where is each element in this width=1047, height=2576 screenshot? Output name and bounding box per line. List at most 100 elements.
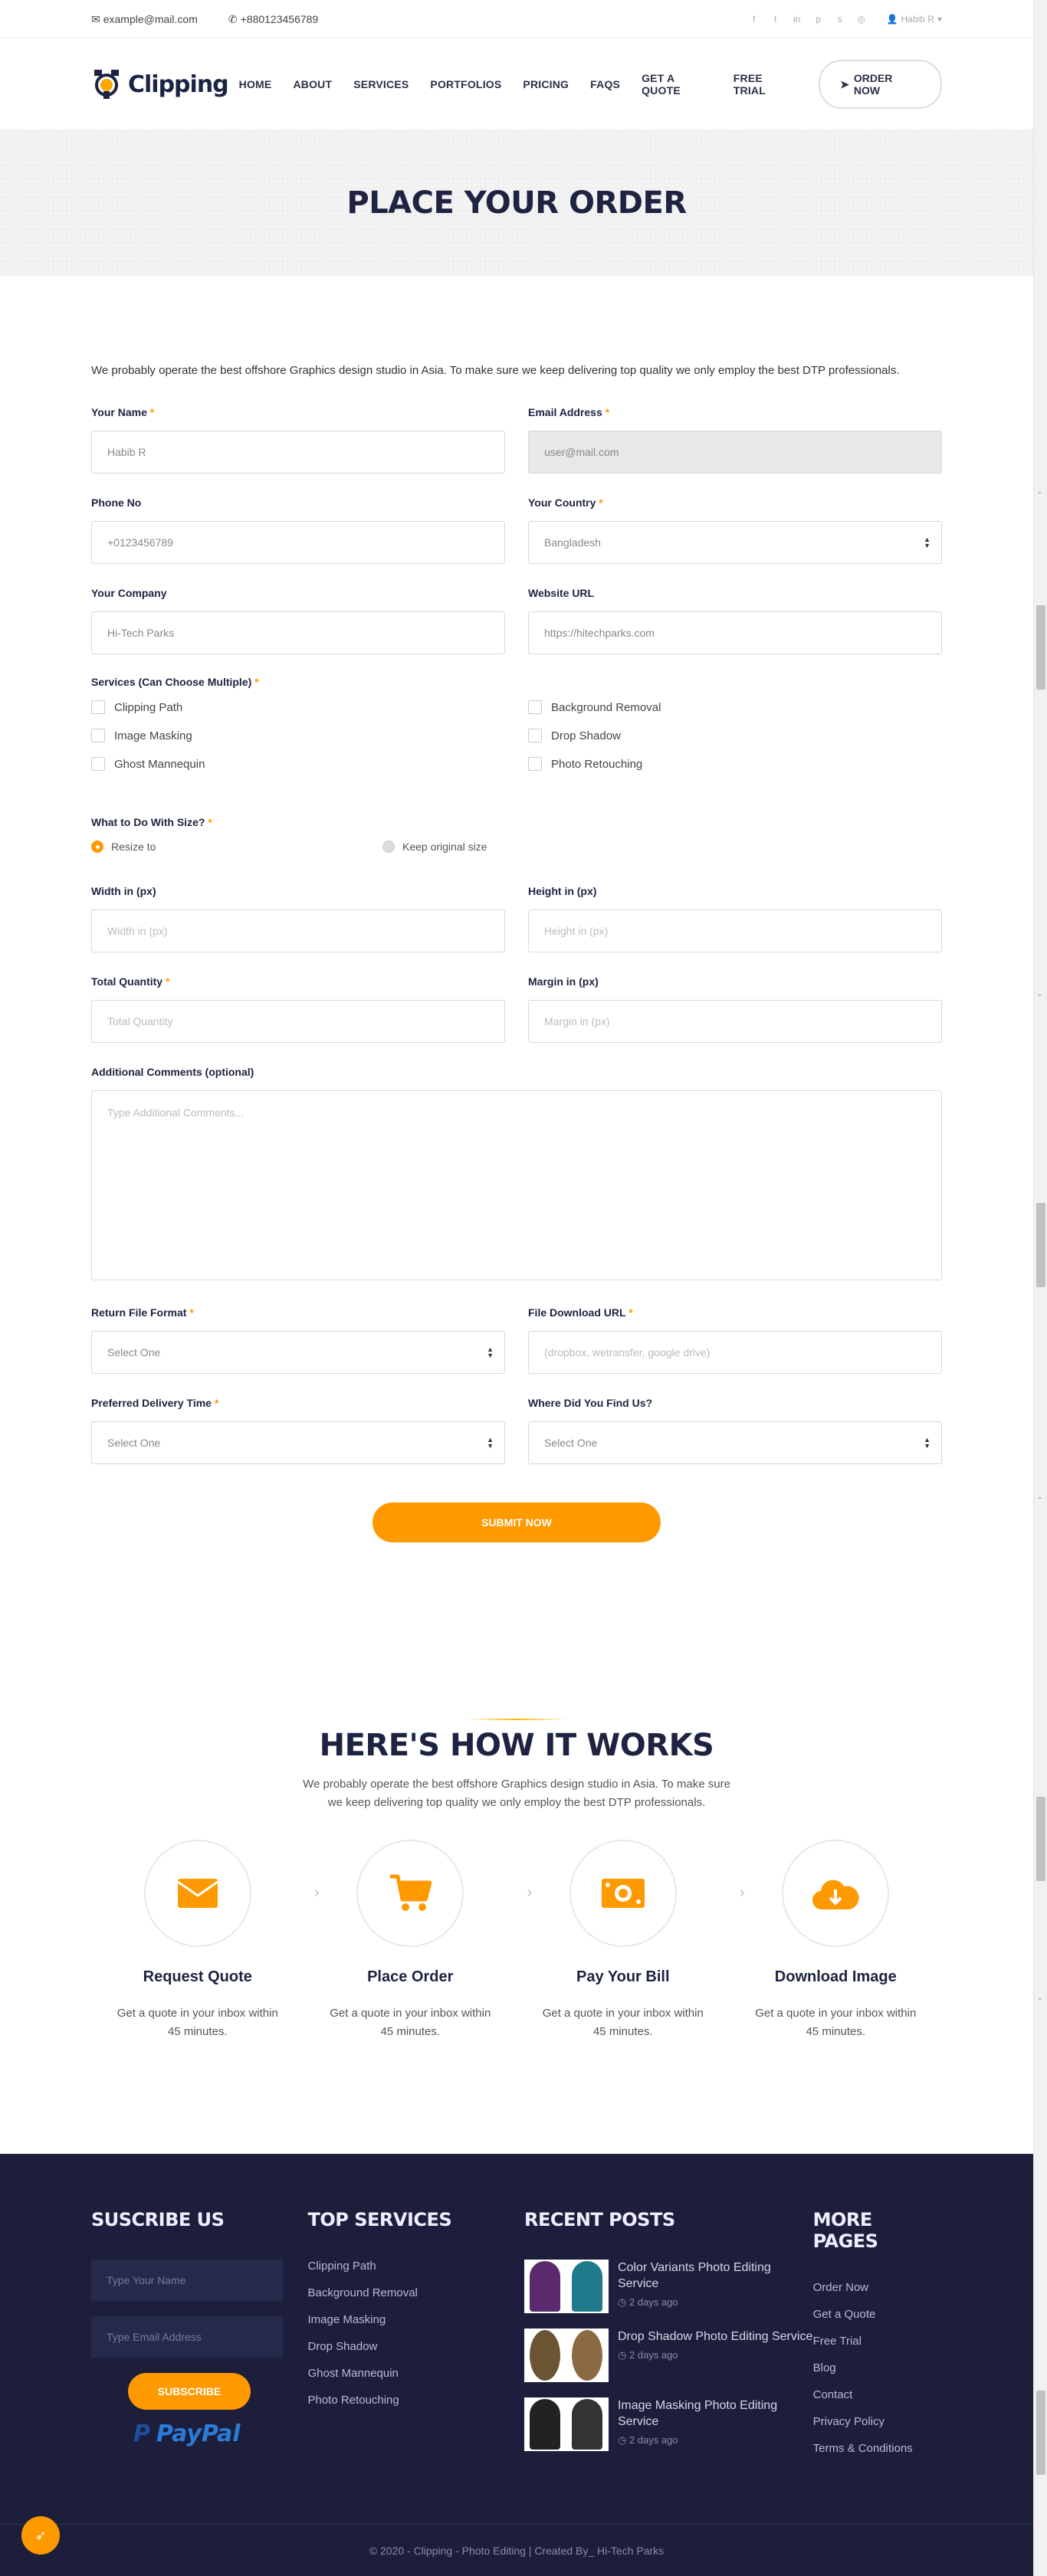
post-thumbnail[interactable] xyxy=(524,2329,609,2382)
scrollbar-thumb[interactable] xyxy=(1036,1797,1045,1881)
checkbox-box[interactable] xyxy=(528,729,542,742)
scrollbar-thumb[interactable] xyxy=(1036,1203,1045,1287)
step-circle xyxy=(143,1840,251,1947)
scrollbar-thumb[interactable] xyxy=(1036,2391,1045,2475)
height-input[interactable]: Height in (px) xyxy=(528,909,942,952)
subscribe-button[interactable]: SUBSCRIBE xyxy=(128,2373,251,2410)
step-pay-bill: Pay Your Bill Get a quote in your inbox … xyxy=(517,1840,745,2041)
main-header: Clipping HOME ABOUT SERVICES PORTFOLIOS … xyxy=(0,38,1033,130)
nav-get-a-quote[interactable]: GET A QUOTE xyxy=(642,72,712,97)
recent-post[interactable]: Drop Shadow Photo Editing Service ◷ 2 day… xyxy=(524,2329,813,2382)
footer-service-link[interactable]: Drop Shadow xyxy=(307,2340,524,2353)
format-select[interactable]: Select One ▲ ▼ xyxy=(91,1331,505,1374)
facebook-icon[interactable]: f xyxy=(749,14,760,25)
phone-input[interactable]: +0123456789 xyxy=(91,521,505,564)
page-scrollbar[interactable]: ⌄ ⌄ ⌄ ⌄ xyxy=(1033,0,1047,2576)
recent-post[interactable]: Image Masking Photo Editing Service ◷ 2 d… xyxy=(524,2397,813,2451)
footer-page-link[interactable]: Free Trial xyxy=(813,2335,942,2348)
nav-free-trial[interactable]: FREE TRIAL xyxy=(734,72,794,97)
footer-service-link[interactable]: Clipping Path xyxy=(307,2260,524,2273)
cloud-download-icon xyxy=(812,1880,859,1910)
margin-input[interactable]: Margin in (px) xyxy=(528,1000,942,1043)
submit-button[interactable]: SUBMIT NOW xyxy=(373,1503,661,1542)
checkbox-box[interactable] xyxy=(528,757,542,771)
checkbox-box[interactable] xyxy=(91,757,105,771)
topbar-phone[interactable]: ✆ +880123456789 xyxy=(228,13,318,26)
service-checkbox-clipping-path[interactable]: Clipping Path xyxy=(91,700,505,714)
rocket-icon: ➶ xyxy=(34,2527,47,2543)
footer-service-link[interactable]: Image Masking xyxy=(307,2313,524,2326)
scrollbar-thumb[interactable] xyxy=(1036,605,1045,690)
post-title[interactable]: Image Masking Photo Editing Service xyxy=(618,2397,813,2430)
post-date: ◷ 2 days ago xyxy=(617,2296,678,2308)
footer-page-link[interactable]: Blog xyxy=(813,2361,942,2374)
nav-portfolios[interactable]: PORTFOLIOS xyxy=(430,78,501,90)
select-arrows-icon: ▲ ▼ xyxy=(487,1436,494,1450)
footer-service-link[interactable]: Photo Retouching xyxy=(307,2394,524,2407)
post-thumbnail[interactable] xyxy=(524,2397,609,2451)
paypal-icon: P xyxy=(133,2420,150,2447)
order-now-button[interactable]: ➤ ORDER NOW xyxy=(819,60,942,109)
user-name: Habib R xyxy=(901,14,934,25)
email-input[interactable]: user@mail.com xyxy=(528,431,942,474)
service-checkbox-ghost-mannequin[interactable]: Ghost Mannequin xyxy=(91,757,505,771)
checkbox-box[interactable] xyxy=(91,729,105,742)
scroll-down-arrow-icon[interactable]: ⌄ xyxy=(1037,990,1043,998)
whatsapp-icon[interactable]: ◎ xyxy=(856,14,867,25)
subscribe-name-input[interactable]: Type Your Name xyxy=(91,2260,283,2301)
footer: SUSCRIBE US Type Your Name Type Email Ad… xyxy=(0,2154,1033,2576)
footer-service-link[interactable]: Ghost Mannequin xyxy=(307,2367,524,2380)
quantity-input[interactable]: Total Quantity xyxy=(91,1000,505,1043)
scroll-down-arrow-icon[interactable]: ⌄ xyxy=(1037,1994,1043,2002)
nav-pricing[interactable]: PRICING xyxy=(523,78,569,90)
footer-page-link[interactable]: Terms & Conditions xyxy=(813,2442,942,2455)
phone-label: Phone No xyxy=(91,497,142,509)
nav-home[interactable]: HOME xyxy=(239,78,272,90)
download-url-input[interactable]: (dropbox, wetransfer, google drive) xyxy=(528,1331,942,1374)
checkbox-box[interactable] xyxy=(528,700,542,714)
radio-dot[interactable] xyxy=(91,841,103,853)
footer-page-link[interactable]: Contact xyxy=(813,2388,942,2401)
website-input[interactable]: https://hitechparks.com xyxy=(528,611,942,654)
find-us-select[interactable]: Select One ▲ ▼ xyxy=(528,1421,942,1464)
footer-service-link[interactable]: Background Removal xyxy=(307,2286,524,2299)
nav-faqs[interactable]: FAQS xyxy=(590,78,620,90)
floating-rocket-button[interactable]: ➶ xyxy=(21,2516,60,2555)
subscribe-email-input[interactable]: Type Email Address xyxy=(91,2316,283,2358)
scroll-down-arrow-icon[interactable]: ⌄ xyxy=(1037,487,1043,496)
post-title[interactable]: Drop Shadow Photo Editing Service xyxy=(618,2329,812,2345)
skype-icon[interactable]: s xyxy=(835,14,845,25)
twitter-icon[interactable]: t xyxy=(770,14,781,25)
company-input[interactable]: Hi-Tech Parks xyxy=(91,611,505,654)
footer-page-link[interactable]: Get a Quote xyxy=(813,2308,942,2321)
service-checkbox-background-removal[interactable]: Background Removal xyxy=(528,700,942,714)
radio-dot[interactable] xyxy=(382,841,395,853)
footer-page-link[interactable]: Order Now xyxy=(813,2281,942,2294)
name-input[interactable]: Habib R xyxy=(91,431,505,474)
checkbox-box[interactable] xyxy=(91,700,105,714)
nav-about[interactable]: ABOUT xyxy=(293,78,332,90)
delivery-select[interactable]: Select One ▲ ▼ xyxy=(91,1421,505,1464)
pinterest-icon[interactable]: p xyxy=(813,14,824,25)
post-thumbnail[interactable] xyxy=(524,2260,609,2313)
nav-services[interactable]: SERVICES xyxy=(353,78,409,90)
comments-textarea[interactable]: Type Additional Comments... xyxy=(91,1090,942,1280)
footer-page-link[interactable]: Privacy Policy xyxy=(813,2415,942,2428)
step-circle xyxy=(356,1840,464,1947)
recent-post[interactable]: Color Variants Photo Editing Service ◷ 2 … xyxy=(524,2260,813,2313)
logo-text: Clipping xyxy=(128,70,229,98)
user-menu[interactable]: 👤 Habib R ▾ xyxy=(887,14,942,25)
topbar-email[interactable]: ✉ example@mail.com xyxy=(91,13,198,26)
scroll-down-arrow-icon[interactable]: ⌄ xyxy=(1037,1493,1043,1501)
footer-top-services: TOP SERVICES Clipping Path Background Re… xyxy=(307,2209,524,2469)
linkedin-icon[interactable]: in xyxy=(792,14,802,25)
post-title[interactable]: Color Variants Photo Editing Service xyxy=(618,2260,813,2292)
radio-resize-to[interactable]: Resize to xyxy=(91,841,382,853)
logo[interactable]: Clipping xyxy=(91,68,229,100)
service-checkbox-image-masking[interactable]: Image Masking xyxy=(91,729,505,742)
service-checkbox-photo-retouching[interactable]: Photo Retouching xyxy=(528,757,942,771)
country-select[interactable]: Bangladesh ▲ ▼ xyxy=(528,521,942,564)
width-input[interactable]: Width in (px) xyxy=(91,909,505,952)
service-checkbox-drop-shadow[interactable]: Drop Shadow xyxy=(528,729,942,742)
radio-keep-original-size[interactable]: Keep original size xyxy=(382,841,487,853)
